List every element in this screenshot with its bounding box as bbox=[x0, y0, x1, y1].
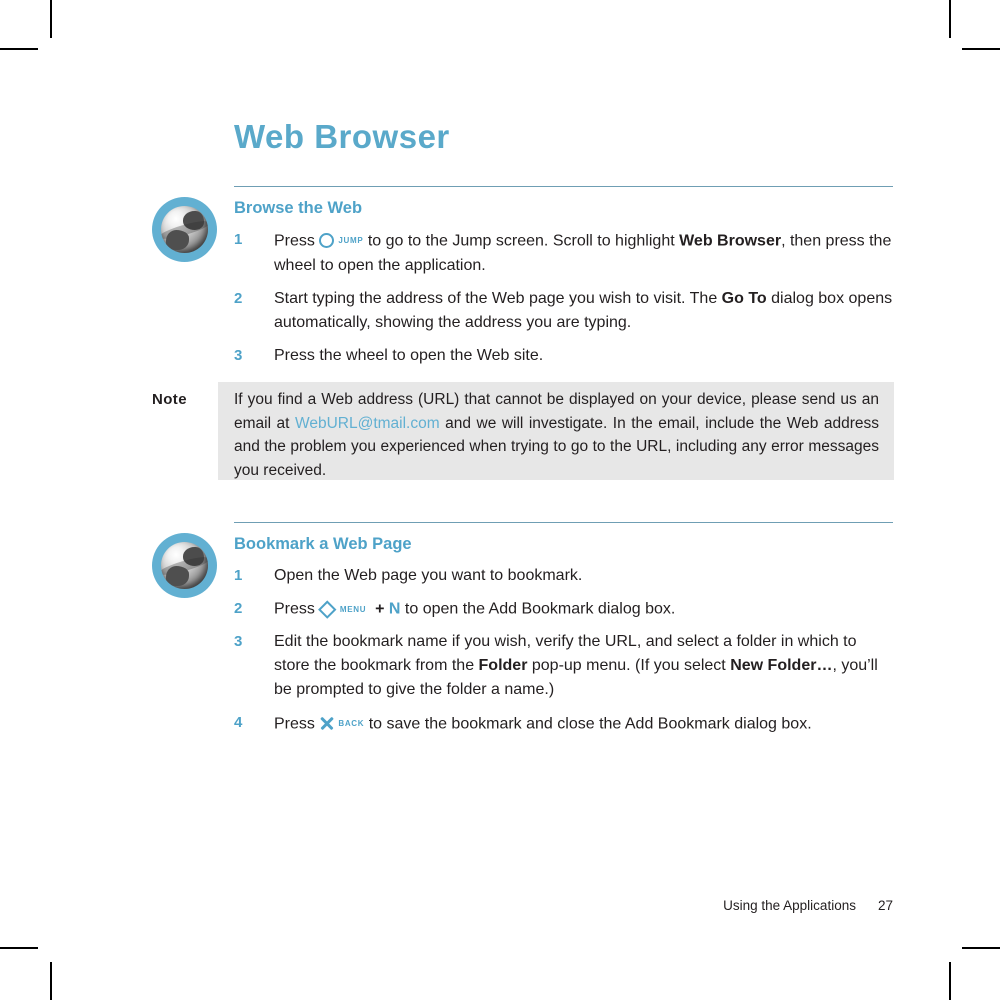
step-number: 1 bbox=[234, 231, 243, 248]
step-bold-term: Web Browser bbox=[679, 232, 782, 250]
list-item: 4 Press BACK to save the bookmark and cl… bbox=[234, 711, 893, 737]
page-footer: Using the Applications 27 bbox=[0, 898, 1000, 913]
key-combo-letter: N bbox=[388, 600, 401, 618]
step-text: Press the wheel to open the Web site. bbox=[274, 346, 544, 364]
note-label: Note bbox=[152, 391, 187, 408]
step-number: 3 bbox=[234, 346, 243, 364]
step-bold-term: Folder bbox=[478, 657, 528, 675]
note-email-link[interactable]: WebURL@tmail.com bbox=[295, 415, 440, 432]
diamond-icon bbox=[318, 600, 337, 618]
section-divider-rule bbox=[234, 186, 893, 188]
step-text-lead: Press bbox=[274, 232, 320, 250]
step-text: Open the Web page you want to bookmark. bbox=[274, 567, 583, 584]
list-item: 3 Press the wheel to open the Web site. bbox=[234, 344, 893, 368]
jump-key-glyph: JUMP bbox=[319, 228, 363, 252]
list-item: 2 Press MENU + N to open the Add Bookmar… bbox=[234, 597, 893, 621]
step-number: 2 bbox=[234, 289, 243, 307]
step-text: Edit the bookmark name if you wish, veri… bbox=[274, 630, 893, 702]
globe-icon bbox=[152, 197, 217, 262]
step-number: 1 bbox=[234, 567, 243, 584]
globe-icon bbox=[152, 533, 217, 598]
menu-key-label: MENU bbox=[339, 605, 367, 614]
step-text: Press BACK to save the bookmark and clos… bbox=[274, 711, 893, 737]
list-item: 2 Start typing the address of the Web pa… bbox=[234, 287, 893, 335]
note-text: If you find a Web address (URL) that can… bbox=[234, 388, 879, 482]
section-heading: Bookmark a Web Page bbox=[234, 535, 412, 553]
step-number: 4 bbox=[234, 714, 243, 732]
jump-key-label: JUMP bbox=[338, 236, 364, 245]
section-divider-rule bbox=[234, 522, 893, 524]
step-text-tail: to save the bookmark and close the Add B… bbox=[364, 715, 812, 733]
x-icon bbox=[319, 716, 334, 731]
step-text-lead: Press bbox=[274, 715, 320, 733]
key-combo-plus: + bbox=[375, 600, 385, 618]
step-text-lead: Press bbox=[274, 600, 320, 618]
footer-page-number: 27 bbox=[877, 898, 893, 913]
step-text-lead: Start typing the address of the Web page… bbox=[274, 289, 722, 307]
section-heading: Browse the Web bbox=[234, 199, 363, 217]
list-item: 1 Open the Web page you want to bookmark… bbox=[234, 564, 893, 588]
step-text-mid: pop-up menu. (If you select bbox=[527, 657, 731, 675]
step-text-tail: to open the Add Bookmark dialog box. bbox=[400, 600, 676, 618]
step-text-mid: to go to the Jump screen. Scroll to high… bbox=[363, 232, 680, 250]
list-item: 1 Press JUMP to go to the Jump screen. S… bbox=[234, 228, 893, 278]
step-bold-term: Go To bbox=[721, 289, 767, 307]
step-text: Press MENU + N to open the Add Bookmark … bbox=[274, 597, 893, 621]
footer-section-name: Using the Applications bbox=[723, 898, 856, 913]
step-number: 2 bbox=[234, 600, 243, 617]
manual-page: Web Browser Browse the Web 1 Press JUMP … bbox=[0, 0, 1000, 1000]
page-title: Web Browser bbox=[234, 118, 450, 155]
menu-key-glyph: MENU bbox=[318, 597, 367, 621]
step-bold-term-2: New Folder… bbox=[730, 657, 833, 675]
back-key-glyph: BACK bbox=[319, 711, 364, 735]
step-list: 1 Press JUMP to go to the Jump screen. S… bbox=[234, 228, 893, 377]
step-text: Press JUMP to go to the Jump screen. Scr… bbox=[274, 228, 893, 278]
step-text: Start typing the address of the Web page… bbox=[274, 287, 893, 335]
step-list: 1 Open the Web page you want to bookmark… bbox=[234, 564, 893, 746]
step-number: 3 bbox=[234, 633, 243, 651]
circle-icon bbox=[319, 232, 335, 248]
list-item: 3 Edit the bookmark name if you wish, ve… bbox=[234, 630, 893, 702]
back-key-label: BACK bbox=[338, 719, 365, 729]
